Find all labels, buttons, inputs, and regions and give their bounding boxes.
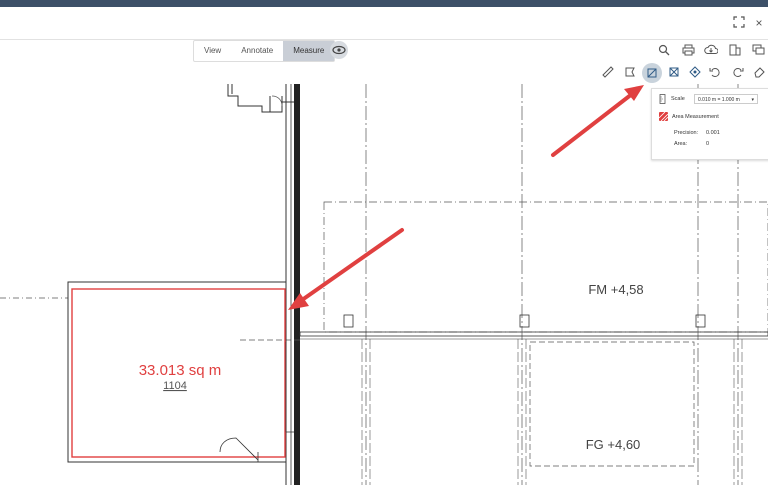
redo-icon[interactable]: [731, 66, 745, 80]
precision-value: 0.001: [706, 130, 720, 136]
diamond-icon[interactable]: [688, 66, 702, 80]
comment-icon[interactable]: [751, 44, 765, 58]
undo-icon[interactable]: [708, 66, 722, 80]
annotation-arrow-toolbar: [551, 85, 644, 157]
room-number-label: 1104: [163, 380, 187, 392]
mode-switcher: View Annotate Measure: [193, 40, 336, 62]
eye-icon: [332, 45, 346, 55]
area-measurement-icon: [658, 111, 669, 122]
scale-select[interactable]: 0.010 m = 1.000 m ▾: [694, 94, 758, 104]
perimeter-icon[interactable]: [623, 66, 637, 80]
rectangle-measure-icon[interactable]: [667, 66, 681, 80]
area-value: 0: [706, 141, 710, 147]
compare-icon[interactable]: [728, 44, 742, 58]
scale-icon: [659, 94, 667, 106]
tab-view[interactable]: View: [194, 41, 231, 61]
cloud-download-icon[interactable]: [704, 44, 719, 58]
scale-label: Scale: [671, 96, 685, 102]
title-bar: ×: [0, 7, 768, 40]
chevron-down-icon: ▾: [751, 97, 754, 103]
search-icon[interactable]: [657, 44, 671, 58]
eraser-icon[interactable]: [752, 66, 766, 80]
fg-elevation-label: FG +4,60: [586, 437, 641, 452]
fm-elevation-label: FM +4,58: [588, 282, 643, 297]
area-measurement-label: 33.013 sq m: [139, 362, 222, 379]
top-accent-bar: [0, 0, 768, 7]
ruler-icon[interactable]: [601, 66, 615, 80]
main-toolbar: View Annotate Measure: [0, 40, 768, 63]
measurement-mode-label: Area Measurement: [672, 114, 719, 120]
annotation-arrow-room: [288, 228, 404, 310]
measure-toolbar: [0, 62, 768, 84]
precision-label: Precision:: [674, 130, 699, 136]
area-label: Area:: [674, 141, 688, 147]
tab-measure[interactable]: Measure: [283, 41, 335, 61]
tab-annotate[interactable]: Annotate: [231, 41, 283, 61]
measurement-panel: Scale 0.010 m = 1.000 m ▾ Area Measureme…: [651, 88, 768, 160]
print-icon[interactable]: [681, 44, 695, 58]
expand-icon[interactable]: [732, 16, 746, 30]
area-measure-icon[interactable]: [642, 63, 662, 83]
scale-value: 0.010 m = 1.000 m: [698, 97, 740, 103]
close-button[interactable]: ×: [752, 16, 766, 30]
visibility-button[interactable]: [330, 41, 348, 59]
